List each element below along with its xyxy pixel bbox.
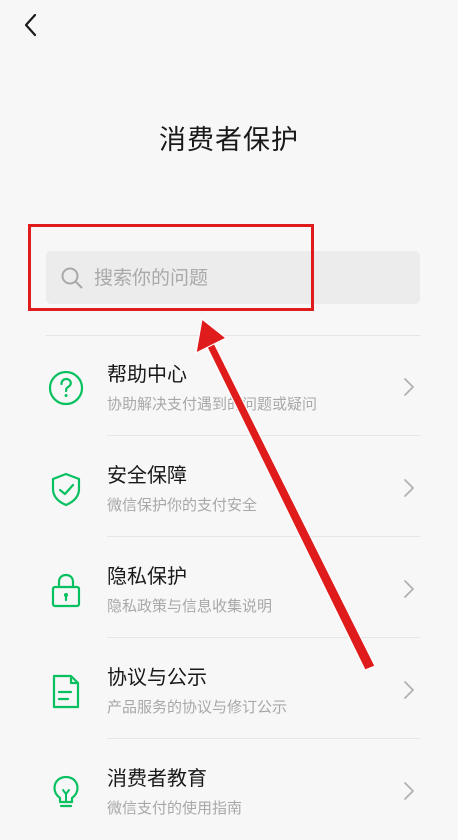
question-circle-icon xyxy=(48,370,84,406)
menu-item-title: 安全保障 xyxy=(107,463,187,487)
chevron-right-icon xyxy=(404,580,414,598)
divider xyxy=(107,435,420,436)
menu-item-agreements[interactable]: 协议与公示 产品服务的协议与修订公示 xyxy=(0,639,458,739)
menu-item-title: 隐私保护 xyxy=(107,564,187,588)
menu-item-consumer-education[interactable]: 消费者教育 微信支付的使用指南 xyxy=(0,740,458,840)
lightbulb-icon xyxy=(53,775,79,808)
menu-item-privacy[interactable]: 隐私保护 隐私政策与信息收集说明 xyxy=(0,538,458,638)
menu-item-subtitle: 隐私政策与信息收集说明 xyxy=(107,597,273,615)
shield-check-icon xyxy=(51,472,81,507)
chevron-right-icon xyxy=(404,479,414,497)
menu-item-title: 协议与公示 xyxy=(107,665,207,689)
menu-item-title: 帮助中心 xyxy=(107,362,187,386)
chevron-left-icon xyxy=(24,13,37,37)
document-icon xyxy=(52,674,80,709)
menu-item-subtitle: 微信支付的使用指南 xyxy=(107,799,243,817)
chevron-right-icon xyxy=(404,378,414,396)
divider xyxy=(107,637,420,638)
menu-item-subtitle: 微信保护你的支付安全 xyxy=(107,496,258,514)
menu-item-subtitle: 产品服务的协议与修订公示 xyxy=(107,698,288,716)
back-button[interactable] xyxy=(18,10,48,40)
menu-item-subtitle: 协助解决支付遇到的问题或疑问 xyxy=(107,395,318,413)
divider xyxy=(107,536,420,537)
search-input[interactable] xyxy=(94,251,404,304)
menu-item-security[interactable]: 安全保障 微信保护你的支付安全 xyxy=(0,437,458,537)
search-icon xyxy=(61,267,83,289)
divider xyxy=(107,738,420,739)
chevron-right-icon xyxy=(404,681,414,699)
search-box[interactable] xyxy=(46,251,420,304)
page-title: 消费者保护 xyxy=(159,125,299,156)
chevron-right-icon xyxy=(404,782,414,800)
lock-icon xyxy=(51,573,81,608)
menu-item-title: 消费者教育 xyxy=(107,766,207,790)
menu-item-help-center[interactable]: 帮助中心 协助解决支付遇到的问题或疑问 xyxy=(0,336,458,436)
